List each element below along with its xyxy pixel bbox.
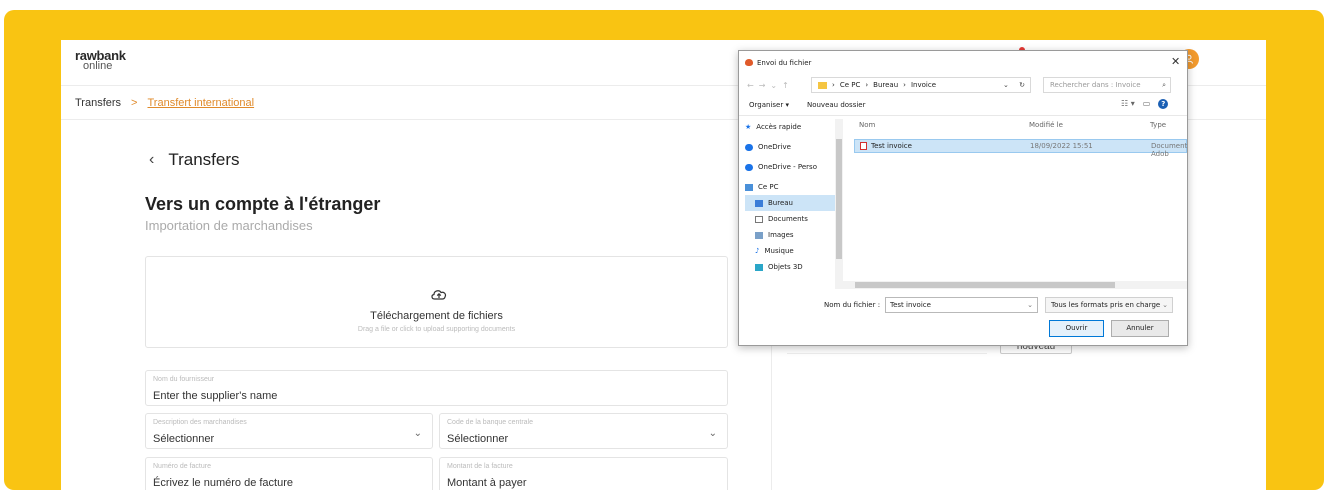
back-label: Transfers: [168, 150, 240, 169]
image-icon: [755, 231, 763, 239]
file-name: Test invoice: [871, 142, 912, 150]
nav-arrows[interactable]: ←→⌄↑: [747, 81, 794, 90]
field-value: Écrivez le numéro de facture: [153, 477, 294, 489]
page-title: Vers un compte à l'étranger: [145, 194, 381, 214]
help-icon[interactable]: ?: [1158, 99, 1169, 109]
goods-description-select[interactable]: Description des marchandises Sélectionne…: [145, 413, 433, 449]
cancel-button[interactable]: Annuler: [1111, 320, 1169, 337]
field-value: Sélectionner: [447, 433, 509, 445]
breadcrumb: Transfers > Transfert international: [75, 97, 254, 109]
preview-pane-icon[interactable]: ▭: [1143, 99, 1151, 109]
breadcrumb-international[interactable]: Transfert international: [147, 97, 254, 109]
folder-icon: [818, 82, 827, 89]
nav-item-3d-objects[interactable]: Objets 3D: [745, 259, 835, 275]
path-segment[interactable]: Bureau: [873, 78, 898, 92]
nav-item-music[interactable]: ♪ Musique: [745, 243, 835, 259]
new-folder-button[interactable]: Nouveau dossier: [807, 101, 866, 109]
cube-icon: [755, 263, 763, 271]
browser-app-icon: [745, 59, 753, 66]
breadcrumb-separator: >: [131, 97, 138, 109]
navigation-pane: ★ Accès rapide OneDrive OneDrive - Perso …: [745, 119, 835, 275]
invoice-amount-field[interactable]: Montant de la facture Montant à payer: [439, 457, 728, 490]
nav-item-this-pc[interactable]: Ce PC: [745, 179, 835, 195]
dialog-title: Envoi du fichier: [757, 59, 812, 67]
file-open-dialog: Envoi du fichier ✕ ←→⌄↑ › Ce PC › Bureau…: [738, 50, 1188, 346]
organiser-button[interactable]: Organiser ▾: [749, 101, 789, 109]
file-modified: 18/09/2022 15:51: [1030, 142, 1093, 150]
chevron-down-icon[interactable]: ⌄: [1027, 298, 1033, 313]
central-bank-code-select[interactable]: Code de la banque centrale Sélectionner …: [439, 413, 728, 449]
cloud-icon: [745, 143, 753, 151]
column-modified[interactable]: Modifié le: [1029, 121, 1063, 129]
path-segment[interactable]: Invoice: [911, 78, 936, 92]
field-label: Numéro de facture: [153, 463, 211, 470]
desktop-icon: [755, 199, 763, 207]
filename-label: Nom du fichier :: [824, 301, 881, 309]
back-button[interactable]: ‹ Transfers: [149, 150, 240, 170]
field-label: Code de la banque centrale: [447, 419, 534, 426]
cloud-upload-icon: [431, 290, 447, 300]
page-subtitle: Importation de marchandises: [145, 218, 313, 233]
field-value: Montant à payer: [447, 477, 527, 489]
document-icon: [755, 215, 763, 223]
upload-hint: Drag a file or click to upload supportin…: [357, 326, 516, 333]
refresh-icon[interactable]: ⌄ ↻: [1003, 81, 1029, 89]
file-list-scrollbar[interactable]: [843, 281, 1187, 289]
field-label: Montant de la facture: [447, 463, 513, 470]
breadcrumb-transfers[interactable]: Transfers: [75, 97, 121, 109]
invoice-number-field[interactable]: Numéro de facture Écrivez le numéro de f…: [145, 457, 433, 490]
field-label: Nom du fournisseur: [153, 376, 215, 383]
filename-input[interactable]: Test invoice ⌄: [885, 297, 1038, 313]
column-name[interactable]: Nom: [859, 121, 875, 129]
chevron-down-icon: ⌄: [708, 428, 717, 439]
open-button[interactable]: Ouvrir: [1049, 320, 1104, 337]
nav-item-quick-access[interactable]: ★ Accès rapide: [745, 119, 835, 135]
close-icon[interactable]: ✕: [1171, 55, 1180, 68]
nav-scrollbar[interactable]: [835, 119, 843, 289]
file-type: Document Adob: [1151, 142, 1188, 158]
chevron-left-icon: ‹: [149, 151, 155, 168]
field-value: Enter the supplier's name: [153, 390, 278, 402]
music-icon: ♪: [755, 247, 760, 255]
nav-item-images[interactable]: Images: [745, 227, 835, 243]
nav-item-onedrive-perso[interactable]: OneDrive - Perso: [745, 159, 835, 175]
dialog-toolbar: Organiser ▾ Nouveau dossier: [749, 101, 865, 109]
search-icon: ⌕: [1162, 81, 1166, 89]
supplier-name-field[interactable]: Nom du fournisseur Enter the supplier's …: [145, 370, 728, 406]
cloud-icon: [745, 163, 753, 171]
chevron-down-icon: ⌄: [413, 428, 422, 439]
file-type-select[interactable]: Tous les formats pris en charge ⌄: [1045, 297, 1173, 313]
pdf-file-icon: [860, 142, 867, 150]
rawbank-logo[interactable]: rawbank online: [75, 49, 126, 72]
file-upload-zone[interactable]: Téléchargement de fichiers Drag a file o…: [145, 256, 728, 348]
search-input[interactable]: Rechercher dans : Invoice ⌕: [1043, 77, 1171, 93]
path-segment[interactable]: Ce PC: [840, 78, 861, 92]
toolbar-divider: [739, 115, 1187, 116]
nav-item-bureau[interactable]: Bureau: [745, 195, 835, 211]
right-panel-divider: [787, 353, 987, 354]
nav-item-documents[interactable]: Documents: [745, 211, 835, 227]
computer-icon: [745, 183, 753, 191]
upload-title: Téléchargement de fichiers: [370, 310, 503, 322]
file-row[interactable]: Test invoice 18/09/2022 15:51 Document A…: [854, 139, 1187, 158]
file-list-header: Nom Modifié le Type: [854, 121, 1187, 135]
field-value: Sélectionner: [153, 433, 215, 445]
view-options-icon[interactable]: ☷ ▾: [1121, 99, 1135, 109]
view-controls: ☷ ▾ ▭ ?: [1121, 99, 1169, 109]
star-icon: ★: [745, 123, 752, 131]
column-type[interactable]: Type: [1150, 121, 1166, 129]
nav-item-onedrive[interactable]: OneDrive: [745, 139, 835, 155]
field-label: Description des marchandises: [153, 419, 247, 426]
address-bar[interactable]: › Ce PC › Bureau › Invoice: [811, 77, 1031, 93]
chevron-down-icon: ⌄: [1162, 301, 1168, 309]
